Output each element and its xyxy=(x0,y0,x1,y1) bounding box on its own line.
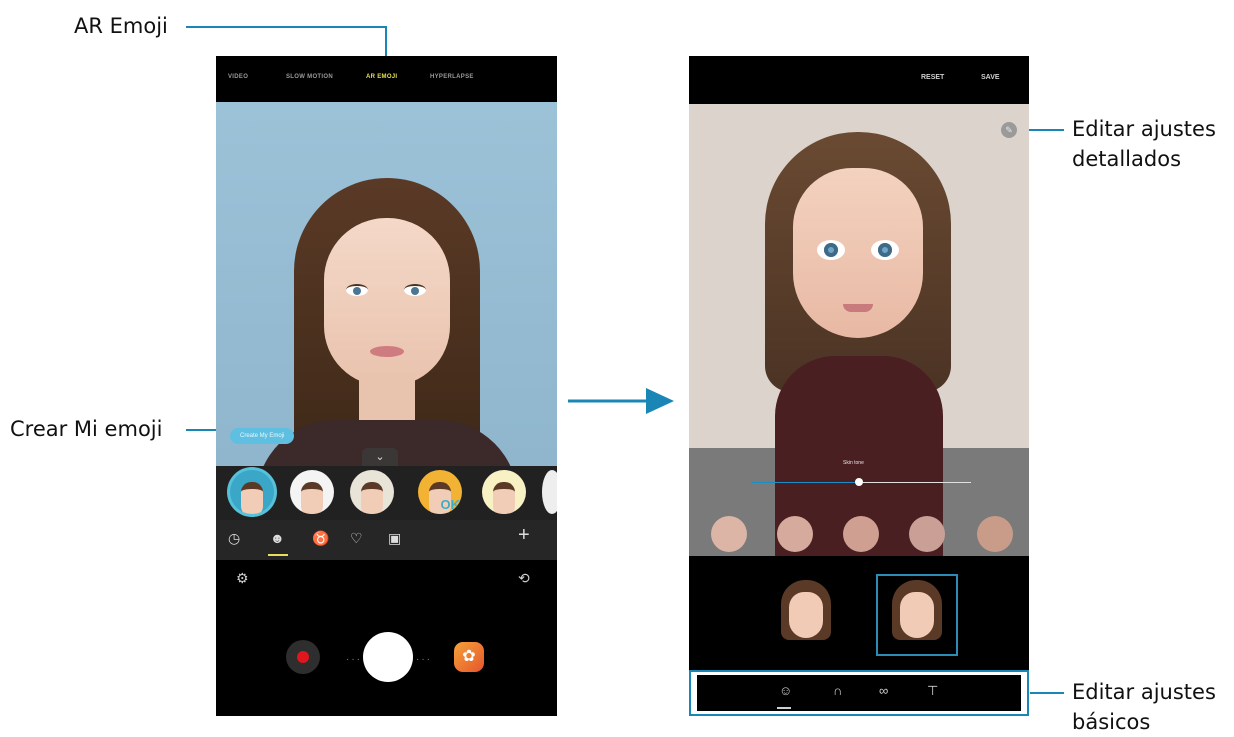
sticker-item[interactable] xyxy=(350,470,394,514)
callout-edit-basic: Editar ajustes básicos xyxy=(1072,677,1216,737)
mode-ar-emoji[interactable]: AR EMOJI xyxy=(366,74,397,80)
skin-tone-swatch[interactable] xyxy=(777,516,813,552)
avatar-left-eye xyxy=(817,240,845,260)
avatar-right-eye xyxy=(871,240,899,260)
editor-top-bar: RESET SAVE xyxy=(689,56,1029,104)
record-button[interactable] xyxy=(286,640,320,674)
person-left-eye xyxy=(346,284,368,296)
skin-tone-swatch[interactable] xyxy=(843,516,879,552)
skin-tone-swatch[interactable] xyxy=(711,516,747,552)
heart-icon[interactable]: ♡ xyxy=(350,530,363,547)
avatar-model-thumb[interactable] xyxy=(777,580,835,644)
callout-edit-detailed-line2: detallados xyxy=(1072,147,1182,171)
avatar-mouth xyxy=(843,304,873,312)
plus-icon[interactable]: + xyxy=(518,524,530,547)
person-right-eye xyxy=(404,284,426,296)
slider-label: Skin tone xyxy=(843,460,864,466)
callout-edit-basic-line1: Editar ajustes xyxy=(1072,680,1216,704)
clock-icon[interactable]: ◷ xyxy=(228,530,240,547)
sticker-item[interactable]: OK xyxy=(418,470,462,514)
sticker-item[interactable] xyxy=(230,470,274,514)
switch-camera-icon[interactable]: ⟲ xyxy=(518,570,530,587)
skin-tone-swatch[interactable] xyxy=(909,516,945,552)
active-tab-indicator xyxy=(268,554,288,556)
save-button[interactable]: SAVE xyxy=(981,74,1000,81)
selected-model-frame xyxy=(876,574,958,656)
emoji-category-tabs: ◷ ☻ ♉ ♡ ▣ + xyxy=(216,520,557,560)
mask-icon[interactable]: ♉ xyxy=(312,530,329,547)
callout-ar-emoji: AR Emoji xyxy=(74,14,168,38)
skin-tone-slider-fill xyxy=(751,482,861,483)
mode-video[interactable]: VIDEO xyxy=(228,74,248,80)
sticker-item[interactable] xyxy=(482,470,526,514)
edit-details-icon[interactable]: ✎ xyxy=(1001,122,1017,138)
callout-edit-detailed-line1: Editar ajustes xyxy=(1072,117,1216,141)
sticker-item[interactable] xyxy=(542,470,557,514)
create-my-emoji-button[interactable]: Create My Emoji xyxy=(230,428,295,444)
phone-emoji-editor: RESET SAVE ✎ Skin tone ☺ ∩ ∞ ⊤ xyxy=(689,56,1029,716)
chevron-down-icon[interactable]: ⌄ xyxy=(362,448,398,466)
mode-slow-motion[interactable]: SLOW MOTION xyxy=(286,74,333,80)
arrow-right-icon xyxy=(568,388,674,414)
callout-edit-detailed: Editar ajustes detallados xyxy=(1072,114,1216,174)
bottom-tabs-callout-border xyxy=(689,670,1029,716)
shutter-button[interactable] xyxy=(363,632,413,682)
gallery-icon[interactable]: ✿ xyxy=(454,642,484,672)
camera-preview xyxy=(216,102,557,466)
emoji-sticker-tray: OK xyxy=(216,466,557,520)
avatar-model-row xyxy=(689,556,1029,668)
avatar-icon[interactable]: ☻ xyxy=(270,530,285,546)
reset-button[interactable]: RESET xyxy=(921,74,944,81)
camera-mode-bar: VIDEO SLOW MOTION AR EMOJI HYPERLAPSE xyxy=(216,56,557,102)
skin-tone-slider-knob[interactable] xyxy=(855,478,863,486)
sticker-item[interactable] xyxy=(290,470,334,514)
callout-line-ar-emoji xyxy=(186,26,387,28)
settings-icon[interactable]: ⚙ xyxy=(236,570,249,587)
callout-create-my-emoji: Crear Mi emoji xyxy=(10,417,163,441)
phone-camera-screen: VIDEO SLOW MOTION AR EMOJI HYPERLAPSE Cr… xyxy=(216,56,557,716)
person-face xyxy=(324,218,450,386)
sticker-ok-badge: OK xyxy=(440,497,461,512)
dots-left: ··· xyxy=(346,654,362,665)
dots-right: ··· xyxy=(416,654,432,665)
sticker-icon[interactable]: ▣ xyxy=(388,530,401,547)
callout-line-edit-basic xyxy=(1030,692,1064,694)
avatar-face xyxy=(793,168,923,338)
person-lips xyxy=(370,346,404,357)
mode-hyperlapse[interactable]: HYPERLAPSE xyxy=(430,74,474,80)
skin-tone-swatch[interactable] xyxy=(977,516,1013,552)
callout-edit-basic-line2: básicos xyxy=(1072,710,1151,734)
camera-controls: ⚙ ⟲ ··· ··· ✿ xyxy=(216,560,557,716)
